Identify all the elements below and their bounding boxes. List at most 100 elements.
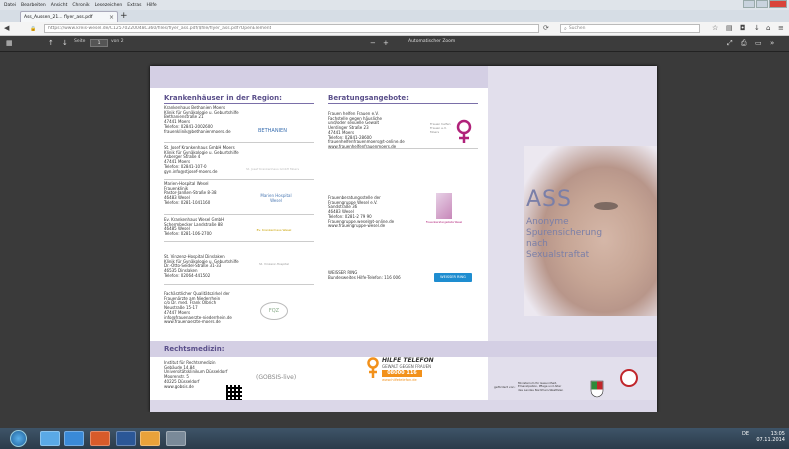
clock-date: 07.11.2014 bbox=[756, 437, 785, 443]
back-icon[interactable]: ◀ bbox=[4, 24, 9, 32]
tab-label: Ass_Aussen_21... flyer_ass.pdf bbox=[24, 14, 93, 20]
separator bbox=[164, 284, 314, 285]
st-vinzenz-logo: St. Vinzenz-Hospital bbox=[259, 262, 289, 266]
menu-icon[interactable]: ≡ bbox=[778, 24, 784, 32]
search-icon: ⌕ bbox=[564, 25, 567, 32]
menu-bearbeiten[interactable]: Bearbeiten bbox=[21, 3, 46, 8]
female-symbol-icon bbox=[456, 119, 472, 143]
weisser-ring-logo: WEISSER RING bbox=[434, 273, 472, 282]
download-icon[interactable]: ↓ bbox=[754, 24, 760, 32]
taskbar-app-icon[interactable] bbox=[140, 431, 160, 446]
tools-icon[interactable]: » bbox=[770, 39, 774, 47]
qr-code bbox=[226, 385, 242, 401]
pocket-icon[interactable]: ◘ bbox=[740, 24, 746, 32]
nrw-coat-of-arms-icon bbox=[590, 380, 604, 398]
separator bbox=[164, 214, 314, 215]
zoom-select[interactable]: Automatischer Zoom bbox=[408, 39, 455, 44]
window-controls bbox=[742, 0, 787, 8]
pdf-toolbar: ▦ ↑ ↓ Seite 1 von 2 − + Automatischer Zo… bbox=[0, 36, 789, 52]
rechtsmedizin-stripe bbox=[150, 341, 657, 357]
pdf-page: Krankenhäuser in der Region: Beratungsan… bbox=[150, 66, 657, 412]
menu-hilfe[interactable]: Hilfe bbox=[146, 3, 156, 8]
gefoerdert-label: gefördert von: bbox=[494, 385, 516, 389]
cover-title: ASS bbox=[526, 187, 572, 212]
print-icon[interactable]: ⎙ bbox=[741, 39, 747, 48]
start-button[interactable] bbox=[10, 430, 27, 447]
st-josef-logo: St. Josef Krankenhaus GmbH Moers bbox=[246, 167, 300, 171]
tab-flyer-pdf[interactable]: Ass_Aussen_21... flyer_ass.pdf × bbox=[20, 11, 118, 22]
search-input[interactable]: ⌕ Suchen bbox=[560, 24, 700, 33]
system-tray: DE 13:05 07.11.2014 bbox=[742, 431, 785, 443]
section-title-rechtsmedizin: Rechtsmedizin: bbox=[164, 345, 225, 353]
ministerium-text: Ministerium für Gesundheit, Emanzipation… bbox=[518, 381, 564, 392]
taskbar-word-icon[interactable] bbox=[116, 431, 136, 446]
hospital-entry-marien: Marien-Hospital Wesel Frauenklinik Pasto… bbox=[164, 181, 217, 205]
cover-photo-eye bbox=[594, 202, 618, 210]
cover-subtitle-2: Spurensicherung bbox=[526, 228, 603, 238]
sidebar-toggle-icon[interactable]: ▦ bbox=[6, 39, 13, 47]
lock-icon: 🔒 bbox=[30, 26, 37, 32]
taskbar: DE 13:05 07.11.2014 bbox=[0, 428, 789, 449]
menu-lesezeichen[interactable]: Lesezeichen bbox=[95, 3, 123, 8]
page-number-input[interactable]: 1 bbox=[90, 39, 108, 47]
beratung-entry-weisser-ring: WEISSER RING Bundesweites Hilfe-Telefon:… bbox=[328, 270, 401, 280]
language-indicator[interactable]: DE bbox=[742, 431, 749, 437]
hilfetelefon-title: HILFE TELEFON bbox=[382, 357, 434, 364]
next-page-icon[interactable]: ↓ bbox=[62, 39, 68, 47]
frauen-helfen-frauen-logo: Frauen helfen Frauen e.V. Moers bbox=[430, 122, 451, 134]
taskbar-firefox-icon[interactable] bbox=[90, 431, 110, 446]
hilfetelefon-subtitle: GEWALT GEGEN FRAUEN bbox=[382, 364, 432, 369]
new-tab-button[interactable]: + bbox=[120, 11, 128, 21]
reload-icon[interactable]: ⟳ bbox=[543, 24, 549, 32]
hilfetelefon-female-icon bbox=[367, 357, 379, 378]
flyer-cover: ASS Anonyme Spurensicherung nach Sexuals… bbox=[488, 66, 657, 412]
page-label: Seite bbox=[74, 39, 86, 44]
marien-hospital-logo: Marien Hospital Wesel bbox=[260, 193, 292, 203]
taskbar-ie-icon[interactable] bbox=[64, 431, 84, 446]
close-window-button[interactable] bbox=[769, 0, 787, 8]
ev-krankenhaus-logo: Ev. Krankenhaus Wesel bbox=[256, 228, 292, 232]
taskbar-app2-icon[interactable] bbox=[166, 431, 186, 446]
navigation-bar: ◀ 🔒 https://www.kreis-wesel.de/C12570220… bbox=[0, 22, 789, 36]
hilfetelefon-number: 08000 116 016 bbox=[382, 370, 422, 383]
separator bbox=[164, 241, 314, 242]
star-icon[interactable]: ☆ bbox=[712, 24, 718, 32]
bethanien-logo: BETHANIEN bbox=[258, 128, 287, 134]
taskbar-explorer-icon[interactable] bbox=[40, 431, 60, 446]
header-stripe bbox=[150, 66, 488, 88]
reading-list-icon[interactable]: ▤ bbox=[726, 24, 733, 32]
cover-subtitle-1: Anonyme bbox=[526, 217, 569, 227]
frauenberatungsstelle-logo: Frauenberatungsstelle Wesel bbox=[425, 221, 463, 224]
menu-bar: Datei Bearbeiten Ansicht Chronik Lesezei… bbox=[0, 0, 789, 10]
presentation-mode-icon[interactable]: ⤢ bbox=[727, 39, 733, 48]
menu-chronik[interactable]: Chronik bbox=[72, 3, 89, 8]
fqz-logo: FQZ bbox=[260, 302, 288, 320]
separator bbox=[328, 148, 478, 149]
menu-extras[interactable]: Extras bbox=[127, 3, 141, 8]
minimize-button[interactable] bbox=[743, 0, 755, 8]
menu-datei[interactable]: Datei bbox=[4, 3, 16, 8]
cover-subtitle-4: Sexualstraftat bbox=[526, 250, 590, 260]
page-count: von 2 bbox=[111, 39, 124, 44]
tab-close-icon[interactable]: × bbox=[109, 14, 114, 21]
search-placeholder: Suchen bbox=[568, 26, 586, 31]
rechtsmedizin-entry: Institut für Rechtsmedizin Gebäude 14.84… bbox=[164, 360, 228, 389]
save-icon[interactable]: ▭ bbox=[755, 39, 762, 47]
hospital-entry-st-josef: St. Josef Krankenhaus GmbH Moers Klinik … bbox=[164, 145, 239, 174]
menu-ansicht[interactable]: Ansicht bbox=[51, 3, 68, 8]
home-icon[interactable]: ⌂ bbox=[766, 24, 770, 32]
section-title-beratung: Beratungsangebote: bbox=[328, 94, 409, 102]
separator bbox=[164, 142, 314, 143]
beratung-entry-frauengruppe-wesel: Frauenberatungsstelle der Frauengruppe W… bbox=[328, 195, 395, 229]
zoom-out-icon[interactable]: − bbox=[370, 39, 376, 47]
section-title-hospitals: Krankenhäuser in der Region: bbox=[164, 94, 282, 102]
footer-stripe bbox=[150, 400, 657, 412]
zoom-in-icon[interactable]: + bbox=[383, 39, 389, 47]
maximize-button[interactable] bbox=[756, 0, 768, 8]
address-bar[interactable]: https://www.kreis-wesel.de/C12570220048C… bbox=[44, 24, 539, 33]
viewer-background bbox=[0, 412, 789, 428]
previous-page-icon[interactable]: ↑ bbox=[48, 39, 54, 47]
tab-bar: Ass_Aussen_21... flyer_ass.pdf × + bbox=[0, 10, 789, 22]
cover-subtitle-3: nach bbox=[526, 239, 548, 249]
seal-logo bbox=[620, 369, 638, 387]
